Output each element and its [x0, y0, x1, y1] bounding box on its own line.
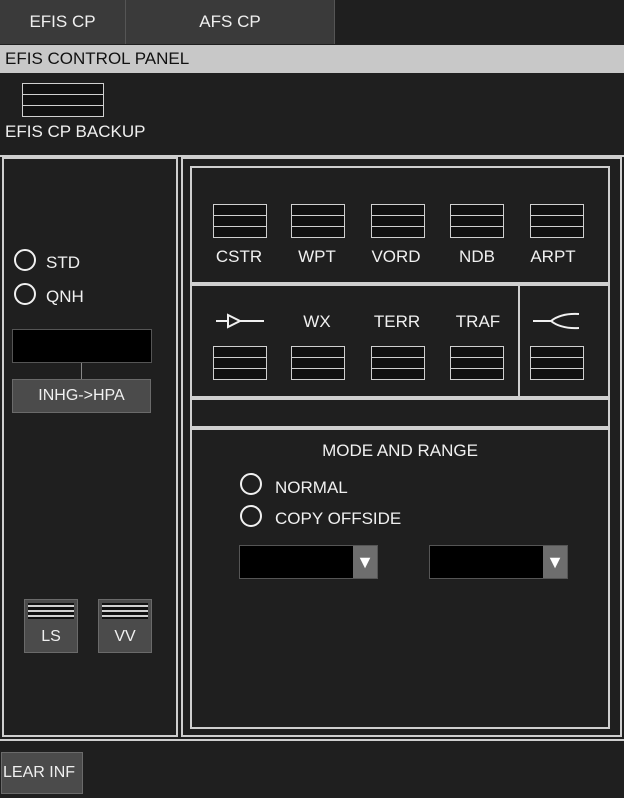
vv-button[interactable]: VV — [98, 599, 152, 653]
spacer-box — [190, 398, 610, 428]
inhg-hpa-button[interactable]: INHG->HPA — [12, 379, 151, 413]
wpt-label: WPT — [298, 247, 336, 266]
mode-range-title: MODE AND RANGE — [322, 441, 478, 460]
clear-info-button[interactable]: LEAR INF — [1, 752, 83, 794]
wx-button[interactable] — [291, 346, 345, 380]
ndb-button[interactable] — [450, 204, 504, 238]
footer-divider — [0, 739, 624, 741]
panel-title: EFIS CONTROL PANEL — [0, 45, 624, 73]
constraint-overlay-button[interactable] — [213, 346, 267, 380]
terr-label: TERR — [373, 312, 421, 331]
vord-button[interactable] — [371, 204, 425, 238]
efis-cp-backup-button[interactable] — [22, 83, 104, 117]
copy-offside-radio[interactable] — [240, 505, 262, 527]
tab-afs-cp-label: AFS CP — [199, 12, 261, 31]
baro-value-field[interactable] — [12, 329, 152, 363]
tab-efis-cp-label: EFIS CP — [29, 12, 96, 31]
ls-button[interactable]: LS — [24, 599, 78, 653]
constraint-icon — [216, 312, 264, 330]
airway-box — [518, 284, 610, 398]
arpt-button[interactable] — [530, 204, 584, 238]
tab-efis-cp[interactable]: EFIS CP — [0, 0, 126, 44]
cstr-label: CSTR — [215, 247, 263, 266]
clear-info-label: LEAR INF — [3, 764, 76, 781]
arpt-label: ARPT — [530, 247, 576, 266]
baro-connector — [81, 363, 82, 379]
qnh-label: QNH — [46, 287, 84, 306]
airway-icon — [533, 312, 581, 330]
efis-cp-backup-label: EFIS CP BACKUP — [5, 122, 146, 141]
traf-button[interactable] — [450, 346, 504, 380]
copy-offside-label: COPY OFFSIDE — [275, 509, 402, 528]
wpt-button[interactable] — [291, 204, 345, 238]
traf-label: TRAF — [455, 312, 501, 331]
std-radio[interactable] — [14, 249, 36, 271]
range-dropdown[interactable]: ▼ — [429, 545, 568, 579]
vv-label: VV — [114, 628, 136, 645]
ls-label: LS — [41, 628, 61, 645]
range-dropdown-arrow-icon: ▼ — [543, 546, 567, 578]
terr-button[interactable] — [371, 346, 425, 380]
vord-label: VORD — [371, 247, 421, 266]
normal-radio[interactable] — [240, 473, 262, 495]
normal-label: NORMAL — [275, 478, 348, 497]
overlay-box — [190, 284, 520, 398]
airway-button[interactable] — [530, 346, 584, 380]
mode-dropdown[interactable]: ▼ — [239, 545, 378, 579]
inhg-hpa-label: INHG->HPA — [38, 387, 125, 404]
wx-label: WX — [303, 312, 331, 331]
qnh-radio[interactable] — [14, 283, 36, 305]
cstr-button[interactable] — [213, 204, 267, 238]
std-label: STD — [46, 253, 80, 272]
tab-afs-cp[interactable]: AFS CP — [126, 0, 335, 44]
mode-dropdown-arrow-icon: ▼ — [353, 546, 377, 578]
ndb-label: NDB — [459, 247, 495, 266]
